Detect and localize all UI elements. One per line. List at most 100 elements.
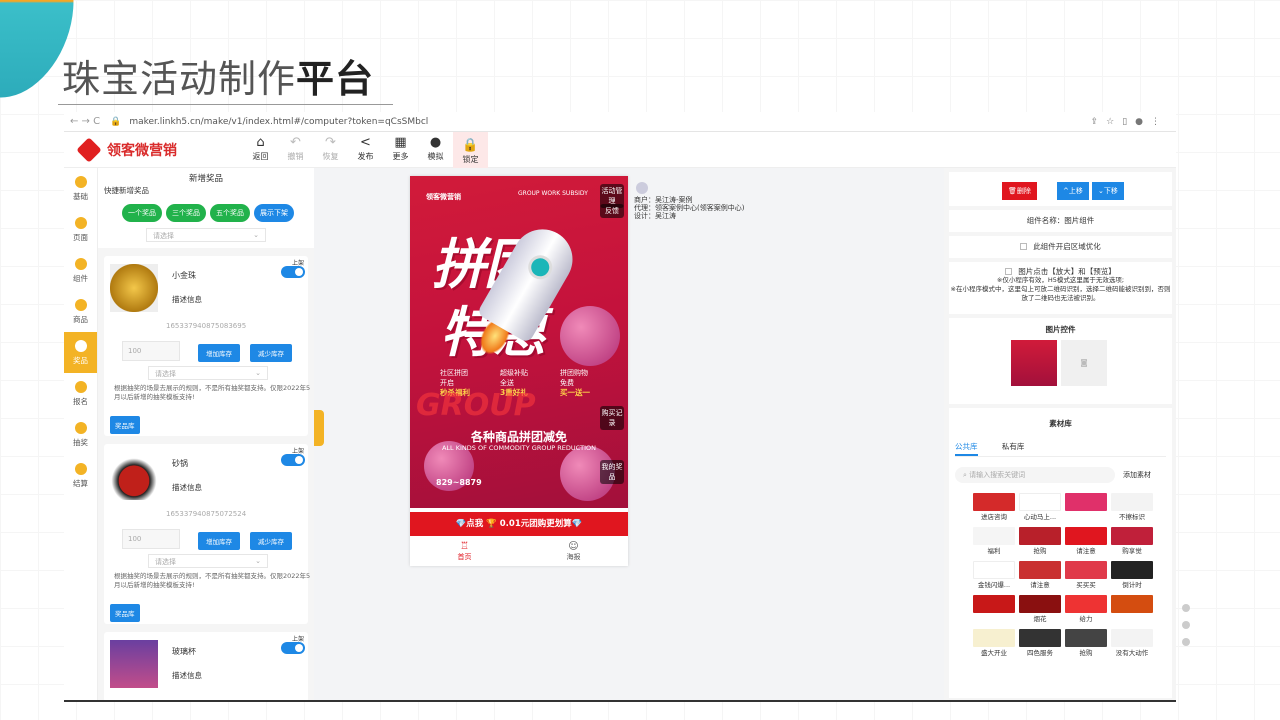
prize-note: 根据抽奖的场景去展示的规则，不是所有抽奖都支持。仅限2022年5月以后新增的抽奖… [114, 384, 311, 401]
prize-desc: 描述信息 [172, 483, 202, 492]
material-item[interactable]: 心动马上... [1019, 493, 1061, 523]
redo-button[interactable]: ↷ 恢复 [313, 132, 348, 168]
simulate-button[interactable]: ● 模拟 [418, 132, 453, 168]
material-item[interactable]: 请注意 [1065, 527, 1107, 557]
image-thumbnail[interactable] [1011, 340, 1057, 386]
prize-name: 砂锅 [172, 459, 188, 468]
material-item[interactable]: 买买买 [1065, 561, 1107, 591]
lock-icon: 🔒 [110, 116, 122, 127]
sidebar-item-4[interactable]: 奖品 [64, 332, 97, 373]
quick-add-button[interactable]: 展示下架 [254, 204, 294, 222]
sidebar-icon [74, 258, 87, 270]
shelf-toggle[interactable] [281, 454, 305, 466]
home-button[interactable]: ⌂ 返回 [243, 132, 278, 168]
material-thumb [1065, 493, 1107, 511]
add-stock-button[interactable]: 增加库存 [198, 344, 240, 362]
material-item[interactable]: 倒计时 [1111, 561, 1153, 591]
my-prizes-button[interactable]: 我的奖品 [600, 460, 624, 484]
tab-poster[interactable]: ☺ 海报 [519, 541, 628, 562]
poster-image[interactable]: 领客微营销 GROUP WORK SUBSIDY 拼团 特惠 社区拼团开启秒杀福… [410, 176, 628, 508]
stock-input[interactable]: 100 [122, 529, 180, 549]
property-panel: 🗑删除 ^上移 ⌄下移 组件名称：图片组件 此组件开启区域优化 图片点击【放大】… [944, 168, 1176, 700]
lock-button[interactable]: 🔒 锁定 [453, 131, 488, 168]
material-item[interactable]: 抢购 [1065, 629, 1107, 659]
material-thumb [973, 629, 1015, 647]
quick-add-button[interactable]: 五个奖品 [210, 204, 250, 222]
url-text[interactable]: maker.linkh5.cn/make/v1/index.html#/comp… [129, 117, 428, 127]
poster-ghost-text: GROUP [416, 388, 536, 423]
promo-block: 拼团购物 免费 买一送一 [560, 369, 590, 397]
shelf-toggle[interactable] [281, 642, 305, 654]
material-item[interactable]: 购享觉 [1111, 527, 1153, 557]
tab-public-lib[interactable]: 公共库 [955, 442, 978, 456]
collapse-panel-handle[interactable] [314, 410, 324, 446]
material-item[interactable]: 不擦标识 [1111, 493, 1153, 523]
region-opt[interactable]: 此组件开启区域优化 [949, 236, 1172, 258]
slide-pager[interactable] [1182, 604, 1190, 655]
sidebar-item-7[interactable]: 结算 [64, 455, 97, 496]
sidebar-item-5[interactable]: 报名 [64, 373, 97, 414]
material-item[interactable]: 金钱闪爆... [973, 561, 1015, 591]
more-icon: ▦ [394, 134, 407, 150]
prize-image[interactable] [110, 452, 158, 500]
purchase-record-button[interactable]: 购买记录 [600, 406, 624, 430]
left-nav: 基础 页面 组件 商品 奖品 报名 抽奖 结算 [64, 168, 98, 700]
material-item[interactable] [1065, 493, 1107, 523]
quick-add-button[interactable]: 一个奖品 [122, 204, 162, 222]
tab-private-lib[interactable]: 私有库 [1002, 442, 1025, 451]
prize-library-button[interactable]: 奖品库 [110, 416, 140, 434]
stock-input[interactable]: 100 [122, 341, 180, 361]
prize-image[interactable] [110, 264, 158, 312]
sidebar-item-3[interactable]: 商品 [64, 291, 97, 332]
more-button[interactable]: ▦ 更多 [383, 132, 418, 168]
camera-icon[interactable]: ◙ [1061, 340, 1107, 386]
search-icon: ⌕ [963, 471, 967, 479]
home-icon: ⌂ [256, 134, 265, 150]
material-item[interactable]: 没有大动作 [1111, 629, 1153, 659]
material-thumb [1065, 595, 1107, 613]
material-thumb [1065, 561, 1107, 579]
add-material-button[interactable]: 添加素材 [1123, 470, 1151, 480]
prize-select[interactable]: 请选择 ⌄ [146, 228, 266, 242]
material-item[interactable]: 烟花 [1019, 595, 1061, 625]
browser-address-bar[interactable]: ← → C 🔒 maker.linkh5.cn/make/v1/index.ht… [64, 112, 1176, 132]
prize-image[interactable] [110, 640, 158, 688]
cta-button[interactable]: 💎点我 🏆 0.01元团购更划算💎 [410, 512, 628, 536]
tab-home[interactable]: ♖ 首页 [410, 541, 519, 562]
prize-library-button[interactable]: 奖品库 [110, 604, 140, 622]
material-item[interactable]: 给力 [1065, 595, 1107, 625]
material-item[interactable]: 四色服务 [1019, 629, 1061, 659]
chevron-down-icon: ⌄ [255, 557, 261, 565]
sidebar-item-1[interactable]: 页面 [64, 209, 97, 250]
browser-nav-icons[interactable]: ← → C [70, 116, 100, 127]
quick-add-button[interactable]: 三个奖品 [166, 204, 206, 222]
delete-button[interactable]: 🗑删除 [1002, 182, 1037, 200]
material-item[interactable]: 盛大开业 [973, 629, 1015, 659]
material-item[interactable]: 抢购 [1019, 527, 1061, 557]
move-down-button[interactable]: ⌄下移 [1092, 182, 1124, 200]
material-item[interactable]: 请注意 [1019, 561, 1061, 591]
prize-name: 玻璃杯 [172, 647, 196, 656]
add-stock-button[interactable]: 增加库存 [198, 532, 240, 550]
move-up-button[interactable]: ^上移 [1057, 182, 1089, 200]
material-item[interactable] [973, 595, 1015, 625]
sidebar-item-2[interactable]: 组件 [64, 250, 97, 291]
shelf-toggle[interactable] [281, 266, 305, 278]
feedback-button[interactable]: 反馈 [600, 204, 624, 218]
material-search-input[interactable]: ⌕ 请输入搜索关键词 [955, 467, 1115, 483]
reduce-stock-button[interactable]: 减少库存 [250, 532, 292, 550]
prize-rule-select[interactable]: 请选择 ⌄ [148, 554, 268, 568]
browser-actions-icon[interactable]: ⇪☆▯●⋮ [1091, 117, 1168, 127]
sidebar-item-0[interactable]: 基础 [64, 168, 97, 209]
material-thumb [1111, 493, 1153, 511]
share-button[interactable]: < 发布 [348, 132, 383, 168]
reduce-stock-button[interactable]: 减少库存 [250, 344, 292, 362]
material-item[interactable] [1111, 595, 1153, 625]
prize-rule-select[interactable]: 请选择 ⌄ [148, 366, 268, 380]
sidebar-item-6[interactable]: 抽奖 [64, 414, 97, 455]
undo-button[interactable]: ↶ 撤销 [278, 132, 313, 168]
material-item[interactable]: 福利 [973, 527, 1015, 557]
prize-desc: 描述信息 [172, 295, 202, 304]
material-item[interactable]: 进店咨询 [973, 493, 1015, 523]
zoom-preview-opt[interactable]: 图片点击【放大】和【预览】 [949, 267, 1172, 276]
